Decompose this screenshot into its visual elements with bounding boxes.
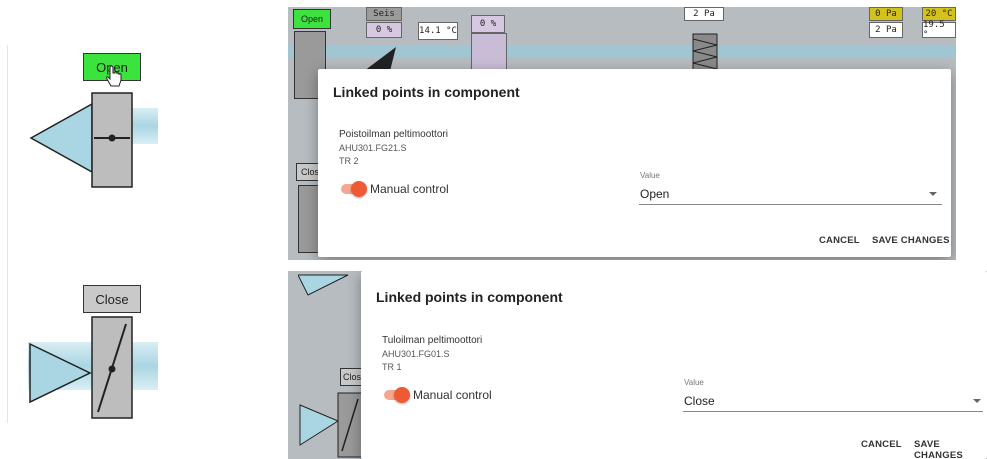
toggle-knob-2	[394, 387, 410, 403]
bg-sensor-yellow2-top: 20 °C	[922, 7, 956, 21]
point-id: AHU301.FG21.S	[339, 143, 407, 153]
yellow2-top: 20 °C	[925, 9, 953, 19]
bg-close-label-2: Clos	[342, 372, 361, 382]
bg-filter-symbol	[692, 33, 718, 71]
temp-value: 14.1 °C	[419, 26, 457, 36]
dialog-title: Linked points in component	[333, 84, 520, 100]
save-changes-button-2[interactable]: SAVE CHANGES	[914, 439, 987, 459]
manual-control-label-2: Manual control	[413, 388, 492, 402]
top-screenshot: Open Seis 0 % 14.1 °C 0 % 2 Pa 0 Pa 2 Pa…	[288, 7, 956, 260]
yellow1-bottom: 2 Pa	[875, 25, 897, 35]
bg-sensor-yellow1-bottom: 2 Pa	[869, 22, 903, 38]
bg-open-button[interactable]: Open	[293, 9, 331, 29]
value-field-label: Value	[640, 171, 660, 180]
value-field-label-2: Value	[684, 378, 704, 387]
bg-close-label: Clos	[300, 167, 319, 177]
value-field-value-2: Close	[684, 394, 715, 408]
yellow2-bottom: 19.5 °	[923, 20, 945, 40]
bg-purple-body	[471, 33, 507, 71]
supply-damper-symbol	[28, 316, 158, 419]
value-field-underline-2	[683, 411, 983, 412]
save-changes-button[interactable]: SAVE CHANGES	[872, 235, 950, 246]
pa-value: 2 Pa	[693, 9, 715, 19]
seis-label: Seis	[373, 9, 395, 19]
left-panel-divider	[7, 45, 8, 423]
bg-sensor-purple: 0 %	[471, 15, 505, 33]
bg-damper-symbol-2	[299, 392, 363, 458]
close-button-label: Close	[95, 291, 129, 307]
cancel-button[interactable]: CANCEL	[819, 235, 860, 246]
bg-sensor-seis-bottom: 0 %	[366, 22, 402, 38]
purple-value: 0 %	[479, 19, 497, 29]
cancel-button-2[interactable]: CANCEL	[861, 439, 902, 450]
manual-control-label: Manual control	[370, 182, 449, 196]
close-button[interactable]: Close	[83, 285, 141, 313]
bg-sensor-yellow2-bottom: 19.5 °	[922, 20, 956, 40]
point-id-2: AHU301.FG01.S	[382, 349, 450, 359]
manual-control-toggle[interactable]	[339, 180, 367, 198]
chevron-down-icon-2	[973, 399, 981, 403]
toggle-knob	[351, 181, 367, 197]
exhaust-damper-symbol	[29, 92, 158, 188]
value-field-value: Open	[640, 187, 670, 201]
point-name: Poistoilman peltimoottori	[339, 129, 448, 140]
bg-fan-symbol-2	[298, 274, 349, 296]
point-name-2: Tuloilman peltimoottori	[382, 335, 483, 346]
value-select-2[interactable]: Value Close	[683, 378, 983, 412]
linked-points-dialog: Linked points in component Poistoilman p…	[318, 69, 951, 257]
bg-sensor-pa: 2 Pa	[684, 7, 724, 21]
bg-sensor-temp: 14.1 °C	[418, 22, 458, 40]
point-tr-2: TR 1	[382, 362, 402, 372]
manual-control-toggle-2[interactable]	[382, 386, 410, 404]
bg-sensor-yellow1-top: 0 Pa	[869, 7, 903, 21]
hand-cursor-icon	[106, 66, 122, 87]
bg-open-label: Open	[300, 14, 324, 24]
dialog-title-2: Linked points in component	[376, 289, 563, 305]
value-field-underline	[639, 204, 942, 205]
seis-value: 0 %	[375, 25, 393, 35]
chevron-down-icon	[929, 192, 937, 196]
point-tr: TR 2	[339, 156, 359, 166]
linked-points-dialog-2: Linked points in component Tuloilman pel…	[361, 271, 987, 459]
bg-sensor-seis-top: Seis	[366, 7, 402, 21]
yellow1-top: 0 Pa	[875, 9, 897, 19]
bottom-screenshot: Clos Linked points in component Tuloilma…	[288, 271, 987, 459]
value-select[interactable]: Value Open	[639, 171, 942, 205]
